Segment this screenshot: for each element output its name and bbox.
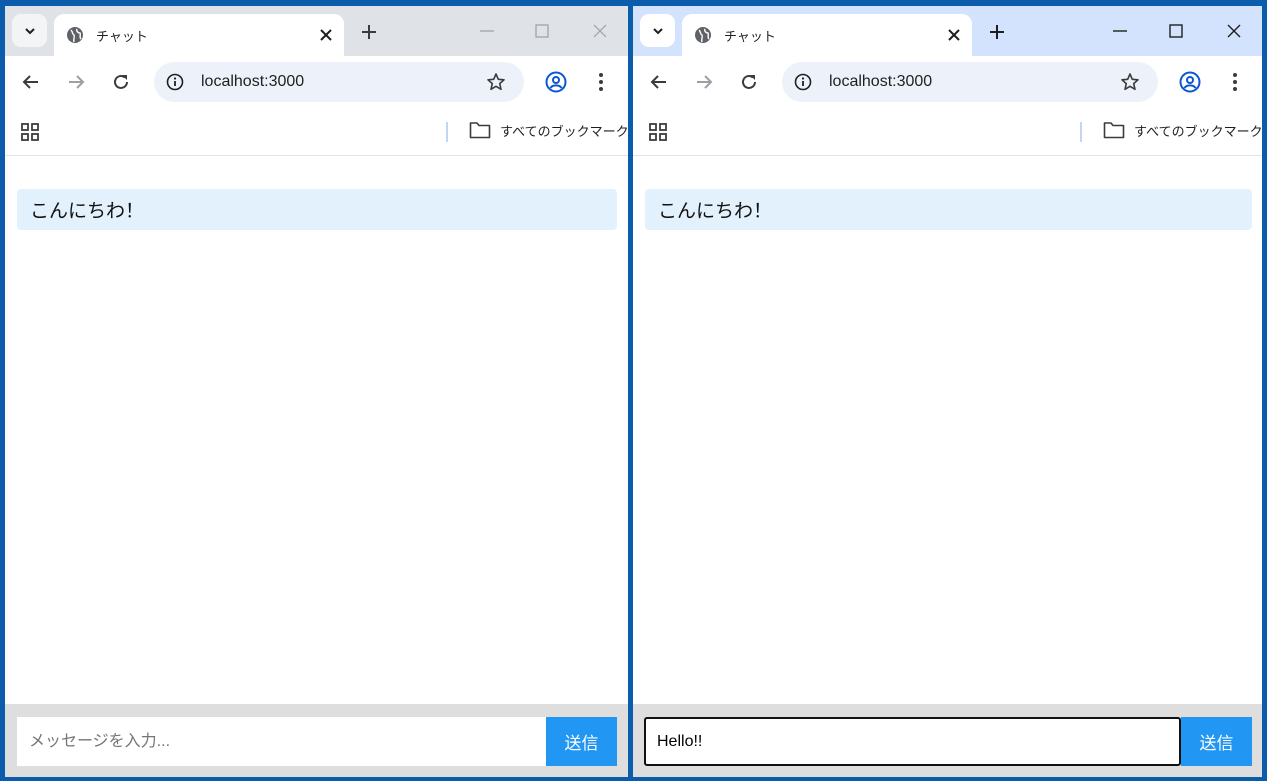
apps-icon[interactable] [648,122,668,142]
all-bookmarks-label: すべてのブックマーク [1134,124,1262,140]
browser-window-left: チャット localhost:3000 すべてのブックマーク こんにちわ！ メッ… [5,6,628,777]
message-input[interactable] [17,717,547,766]
close-icon [1227,24,1241,38]
all-bookmarks-folder[interactable]: すべてのブックマーク [469,120,628,140]
bookmarks-separator [1080,122,1082,142]
plus-icon [362,25,376,39]
all-bookmarks-label: すべてのブックマーク [500,124,628,140]
url-text: localhost:3000 [201,73,305,90]
tab-title: チャット [96,29,148,45]
plus-icon [990,25,1004,39]
tab-chat[interactable]: チャット [682,14,972,56]
new-tab-button[interactable] [357,20,381,44]
tab-strip: チャット [633,6,1262,56]
menu-button[interactable] [1223,70,1247,94]
maximize-button[interactable] [526,16,558,46]
globe-icon [694,26,712,44]
maximize-icon [535,24,549,38]
maximize-button[interactable] [1160,16,1192,46]
close-icon [593,24,607,38]
minimize-button[interactable] [1104,16,1136,46]
back-button[interactable] [19,70,43,94]
menu-icon [1233,73,1237,91]
profile-button[interactable] [544,70,568,94]
profile-icon [545,71,567,93]
all-bookmarks-folder[interactable]: すべてのブックマーク [1103,120,1262,140]
tab-search-button[interactable] [640,14,675,47]
maximize-icon [1169,24,1183,38]
send-button[interactable]: 送信 [546,717,617,766]
tab-title: チャット [724,29,776,45]
apps-icon[interactable] [20,122,40,142]
window-close-button[interactable] [584,16,616,46]
window-close-button[interactable] [1218,16,1250,46]
close-icon[interactable] [314,23,338,47]
bookmarks-bar: すべてのブックマーク [5,108,628,156]
message-input-bar: 送信 [633,704,1262,777]
minimize-icon [480,30,494,32]
star-icon[interactable] [484,70,508,94]
address-bar[interactable]: localhost:3000 [154,62,524,102]
star-icon[interactable] [1118,70,1142,94]
browser-window-right: チャット localhost:3000 すべてのブックマーク こんにちわ！ He… [633,6,1262,777]
info-icon[interactable] [792,71,814,93]
tab-strip: チャット [5,6,628,56]
bookmarks-bar: すべてのブックマーク [633,108,1262,156]
profile-icon [1179,71,1201,93]
folder-icon [469,120,491,140]
back-icon [22,75,38,89]
toolbar: localhost:3000 [5,56,628,108]
reload-button[interactable] [737,70,761,94]
tab-search-button[interactable] [12,14,47,47]
chat-message: こんにちわ！ [645,189,1252,230]
chat-content: こんにちわ！ [5,156,628,704]
profile-button[interactable] [1178,70,1202,94]
reload-button[interactable] [109,70,133,94]
close-icon[interactable] [942,23,966,47]
forward-icon [697,75,713,89]
tab-chat[interactable]: チャット [54,14,344,56]
new-tab-button[interactable] [985,20,1009,44]
minimize-button[interactable] [471,16,503,46]
forward-icon [69,75,85,89]
toolbar: localhost:3000 [633,56,1262,108]
minimize-icon [1113,30,1127,32]
menu-icon [599,73,603,91]
reload-icon [742,74,756,89]
send-button[interactable]: 送信 [1181,717,1252,766]
chevron-down-icon [24,27,35,34]
folder-icon [1103,120,1125,140]
address-bar[interactable]: localhost:3000 [782,62,1158,102]
chat-content: こんにちわ！ [633,156,1262,704]
menu-button[interactable] [589,70,613,94]
url-text: localhost:3000 [829,73,933,90]
globe-icon [66,26,84,44]
reload-icon [114,74,128,89]
forward-button[interactable] [64,70,88,94]
info-icon[interactable] [164,71,186,93]
bookmarks-separator [446,122,448,142]
forward-button[interactable] [692,70,716,94]
back-button[interactable] [647,70,671,94]
chat-message: こんにちわ！ [17,189,617,230]
message-input-bar: 送信 [5,704,628,777]
chevron-down-icon [652,27,663,34]
back-icon [650,75,666,89]
message-input[interactable] [644,717,1181,766]
